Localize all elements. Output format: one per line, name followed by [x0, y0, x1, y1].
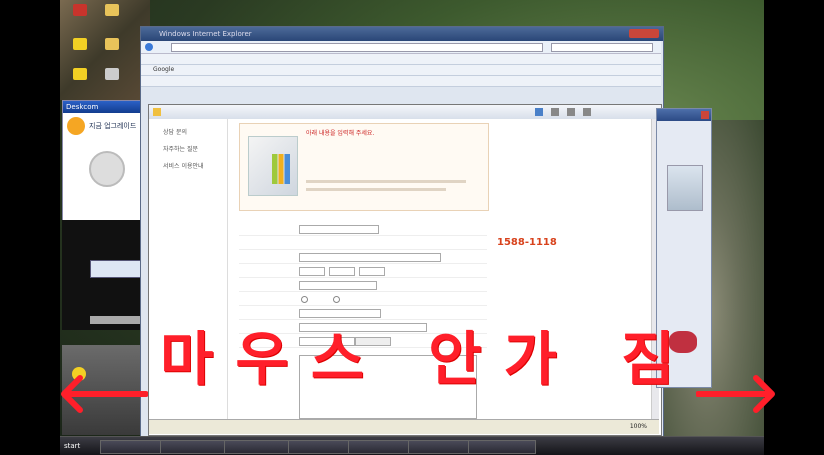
avatar	[667, 165, 703, 211]
notice-heading: 아래 내용을 입력해 주세요.	[306, 130, 375, 137]
home-icon[interactable]	[535, 108, 543, 116]
address-input[interactable]	[171, 43, 543, 52]
deskcom-logo-icon	[67, 117, 85, 135]
customer-center-phone: 1588-1118	[497, 237, 557, 248]
search-input[interactable]	[551, 43, 653, 52]
notice-banner: 아래 내용을 입력해 주세요.	[239, 123, 489, 211]
name-value	[299, 239, 339, 246]
taskbar-item[interactable]	[408, 440, 476, 454]
nav-item[interactable]: 상담 문의	[163, 127, 227, 136]
taskbar-item[interactable]	[468, 440, 536, 454]
desktop-icon[interactable]	[66, 38, 94, 51]
illustration-chart	[272, 154, 290, 184]
zoom-level[interactable]: 100%	[630, 420, 647, 434]
radio-option[interactable]	[301, 296, 308, 303]
app-icon	[73, 68, 87, 80]
email-field[interactable]	[299, 281, 377, 290]
address-field[interactable]	[299, 253, 441, 262]
window-close-button[interactable]	[629, 29, 659, 38]
form-row	[239, 251, 487, 264]
phone-field-1[interactable]	[299, 267, 325, 276]
app-icon	[73, 38, 87, 50]
nav-item[interactable]: 서비스 이용안내	[163, 161, 227, 170]
phone-field-2[interactable]	[329, 267, 355, 276]
radio-option[interactable]	[333, 296, 340, 303]
document-icon	[105, 68, 119, 80]
deskcom-titlebar: Deskcom	[63, 101, 149, 113]
page-icon[interactable]	[567, 108, 575, 116]
taskbar-item[interactable]	[100, 440, 168, 454]
start-button[interactable]: start	[64, 439, 80, 453]
desktop-icon[interactable]	[66, 68, 94, 81]
taskbar-item[interactable]	[160, 440, 232, 454]
links-toolbar[interactable]	[141, 76, 661, 87]
taskbar-item[interactable]	[288, 440, 356, 454]
form-row	[239, 279, 487, 292]
back-icon[interactable]	[145, 43, 153, 51]
desktop-icon[interactable]	[66, 4, 94, 17]
left-arrow-icon	[61, 375, 148, 413]
deskcom-window[interactable]: Deskcom 지금 업그레이드	[62, 100, 150, 222]
button-bar	[90, 316, 144, 324]
right-arrow-icon	[696, 375, 775, 413]
form-row	[239, 237, 487, 250]
overlay-caption: 마우스 안가 짐	[160, 325, 697, 393]
google-toolbar[interactable]: Google	[141, 65, 661, 76]
status-bar: 100%	[149, 419, 659, 434]
desktop-icon[interactable]	[98, 38, 126, 51]
form-row	[239, 265, 487, 278]
desktop-icon[interactable]	[98, 4, 126, 17]
folder-icon	[105, 4, 119, 16]
command-bar	[149, 105, 661, 120]
app-icon	[73, 4, 87, 16]
form-row	[239, 223, 487, 236]
progress-panel	[90, 260, 146, 278]
category-select[interactable]	[299, 225, 379, 234]
close-icon[interactable]	[701, 111, 709, 119]
form-row	[239, 293, 487, 306]
notice-divider	[306, 188, 446, 191]
nav-item[interactable]: 자주하는 질문	[163, 144, 227, 153]
taskbar-item[interactable]	[224, 440, 296, 454]
ie-back-titlebar: Windows Internet Explorer	[141, 27, 663, 41]
print-icon[interactable]	[551, 108, 559, 116]
upgrade-icon	[89, 151, 125, 187]
deskcom-heading: 지금 업그레이드	[89, 122, 137, 130]
folder-icon	[105, 38, 119, 50]
background-window	[62, 220, 148, 330]
tools-icon[interactable]	[583, 108, 591, 116]
favorites-icon[interactable]	[153, 108, 161, 116]
notice-divider	[306, 180, 466, 183]
phone-field-3[interactable]	[359, 267, 385, 276]
taskbar-item[interactable]	[348, 440, 416, 454]
taskbar: start	[60, 436, 764, 455]
desktop-icon[interactable]	[98, 68, 126, 81]
menu-bar[interactable]	[141, 54, 661, 65]
address-bar-row	[141, 41, 661, 54]
